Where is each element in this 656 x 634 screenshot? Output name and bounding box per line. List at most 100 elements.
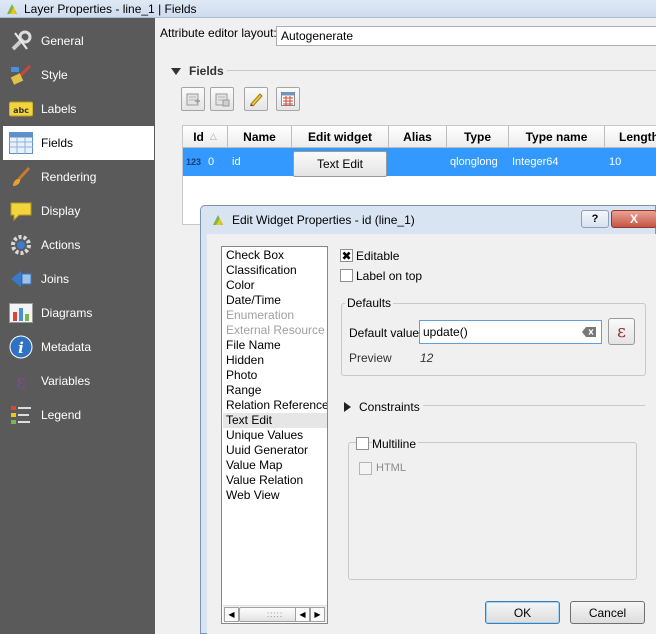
dialog-body: Check Box Classification Color Date/Time… bbox=[207, 234, 656, 634]
epsilon-icon: ε bbox=[8, 368, 34, 394]
collapse-arrow-icon bbox=[171, 67, 181, 75]
sidebar-item-legend[interactable]: Legend bbox=[3, 398, 154, 432]
preview-label: Preview bbox=[349, 351, 392, 365]
widget-type-list[interactable]: Check Box Classification Color Date/Time… bbox=[221, 246, 328, 624]
scroll-left-step-icon[interactable]: ◀ bbox=[295, 607, 310, 622]
cell-id[interactable]: 0 bbox=[208, 148, 214, 176]
gear-icon bbox=[8, 232, 34, 258]
diagram-icon bbox=[8, 300, 34, 326]
list-item[interactable]: Date/Time bbox=[226, 293, 281, 308]
table-row[interactable] bbox=[183, 148, 656, 176]
speech-bubble-icon bbox=[8, 198, 34, 224]
edit-widget-dialog: Edit Widget Properties - id (line_1) ? X… bbox=[200, 205, 656, 634]
column-header-edit-widget[interactable]: Edit widget bbox=[292, 126, 389, 148]
field-calculator-button[interactable] bbox=[276, 87, 300, 111]
pencil-icon bbox=[250, 93, 263, 107]
dialog-title: Edit Widget Properties - id (line_1) bbox=[232, 213, 415, 227]
edit-widget-button[interactable]: Text Edit bbox=[293, 151, 387, 177]
list-item[interactable]: Value Map bbox=[226, 458, 282, 473]
sidebar-item-fields[interactable]: Fields bbox=[3, 126, 154, 160]
list-item[interactable]: Web View bbox=[226, 488, 280, 503]
window-title-bar: Layer Properties - line_1 | Fields bbox=[0, 0, 656, 18]
html-label: HTML bbox=[376, 462, 406, 474]
sidebar-item-metadata[interactable]: i Metadata bbox=[3, 330, 154, 364]
fields-section-title: Fields bbox=[189, 64, 224, 78]
expand-arrow-icon bbox=[344, 402, 351, 412]
column-header-type[interactable]: Type bbox=[447, 126, 509, 148]
svg-text:abc: abc bbox=[13, 106, 29, 115]
multiline-checkbox[interactable] bbox=[356, 437, 369, 450]
integer-type-icon: 123 bbox=[186, 157, 202, 167]
sidebar-item-display[interactable]: Display bbox=[3, 194, 154, 228]
toggle-editing-button[interactable] bbox=[244, 87, 268, 111]
new-field-button[interactable] bbox=[181, 87, 205, 111]
list-item-selected[interactable]: Text Edit bbox=[226, 413, 272, 428]
sidebar-item-actions[interactable]: Actions bbox=[3, 228, 154, 262]
qgis-logo-icon bbox=[7, 3, 17, 14]
cancel-button[interactable]: Cancel bbox=[570, 601, 645, 624]
clear-icon[interactable] bbox=[582, 327, 596, 337]
column-header-id[interactable]: Id △ bbox=[183, 126, 228, 148]
default-value-input[interactable]: update() bbox=[419, 320, 602, 344]
constraints-section-header[interactable]: Constraints bbox=[344, 400, 420, 414]
delete-field-button[interactable] bbox=[210, 87, 234, 111]
list-item[interactable]: Photo bbox=[226, 368, 257, 383]
column-header-alias[interactable]: Alias bbox=[389, 126, 447, 148]
section-divider bbox=[227, 70, 656, 71]
cell-type: qlonglong bbox=[450, 156, 498, 168]
cell-name[interactable]: id bbox=[232, 148, 241, 176]
list-item[interactable]: Unique Values bbox=[226, 428, 303, 443]
fields-section-header[interactable]: Fields bbox=[171, 64, 224, 78]
column-header-type-name[interactable]: Type name bbox=[509, 126, 605, 148]
close-button[interactable]: X bbox=[611, 210, 656, 228]
legend-icon bbox=[8, 402, 34, 428]
layout-combo[interactable]: Autogenerate bbox=[276, 26, 656, 46]
sidebar-item-joins[interactable]: Joins bbox=[3, 262, 154, 296]
list-item: Enumeration bbox=[226, 308, 295, 322]
constraints-title: Constraints bbox=[359, 400, 420, 414]
column-header-name[interactable]: Name bbox=[228, 126, 292, 148]
sidebar-item-general[interactable]: General bbox=[3, 24, 154, 58]
sidebar-item-variables[interactable]: ε Variables bbox=[3, 364, 154, 398]
sidebar-item-labels[interactable]: abc Labels bbox=[3, 92, 154, 126]
brush-icon bbox=[8, 164, 34, 190]
horizontal-scrollbar[interactable]: ◀ ::::: ◀ ▶ bbox=[223, 605, 327, 622]
list-item[interactable]: Range bbox=[226, 383, 261, 398]
ok-button[interactable]: OK bbox=[485, 601, 560, 624]
list-item[interactable]: Color bbox=[226, 278, 255, 293]
new-field-icon bbox=[186, 93, 200, 106]
scroll-right-icon[interactable]: ▶ bbox=[310, 607, 325, 622]
label-on-top-checkbox[interactable] bbox=[340, 269, 353, 282]
help-button[interactable]: ? bbox=[581, 210, 609, 228]
layout-row: Attribute editor layout: bbox=[160, 26, 277, 40]
constraints-divider bbox=[423, 405, 645, 406]
editable-label: Editable bbox=[356, 249, 400, 263]
defaults-title: Defaults bbox=[345, 296, 394, 310]
list-item[interactable]: Relation Reference bbox=[226, 398, 327, 413]
list-item[interactable]: Value Relation bbox=[226, 473, 303, 488]
default-value-label: Default value bbox=[349, 326, 420, 340]
window-title: Layer Properties - line_1 | Fields bbox=[24, 1, 197, 16]
cell-length: 10 bbox=[609, 156, 622, 168]
list-item[interactable]: File Name bbox=[226, 338, 281, 353]
calculator-icon bbox=[281, 92, 295, 106]
expression-button[interactable]: ε bbox=[608, 318, 635, 345]
sidebar-item-rendering[interactable]: Rendering bbox=[3, 160, 154, 194]
wrench-icon bbox=[8, 28, 34, 54]
list-item[interactable]: Hidden bbox=[226, 353, 264, 368]
list-item[interactable]: Check Box bbox=[226, 248, 284, 263]
svg-text:i: i bbox=[18, 339, 24, 357]
sidebar: General Style abc Labels Fields Renderin… bbox=[0, 18, 155, 634]
list-item[interactable]: Uuid Generator bbox=[226, 443, 308, 458]
column-header-length[interactable]: Length bbox=[605, 126, 656, 148]
sidebar-item-style[interactable]: Style bbox=[3, 58, 154, 92]
sidebar-item-diagrams[interactable]: Diagrams bbox=[3, 296, 154, 330]
list-item[interactable]: Classification bbox=[226, 263, 297, 278]
table-icon bbox=[8, 130, 34, 156]
svg-text:ε: ε bbox=[16, 369, 26, 393]
join-icon bbox=[8, 266, 34, 292]
scroll-left-icon[interactable]: ◀ bbox=[224, 607, 239, 622]
label-on-top-label: Label on top bbox=[356, 269, 423, 283]
multiline-label: Multiline bbox=[372, 437, 419, 451]
editable-checkbox[interactable]: ✖ bbox=[340, 249, 353, 262]
